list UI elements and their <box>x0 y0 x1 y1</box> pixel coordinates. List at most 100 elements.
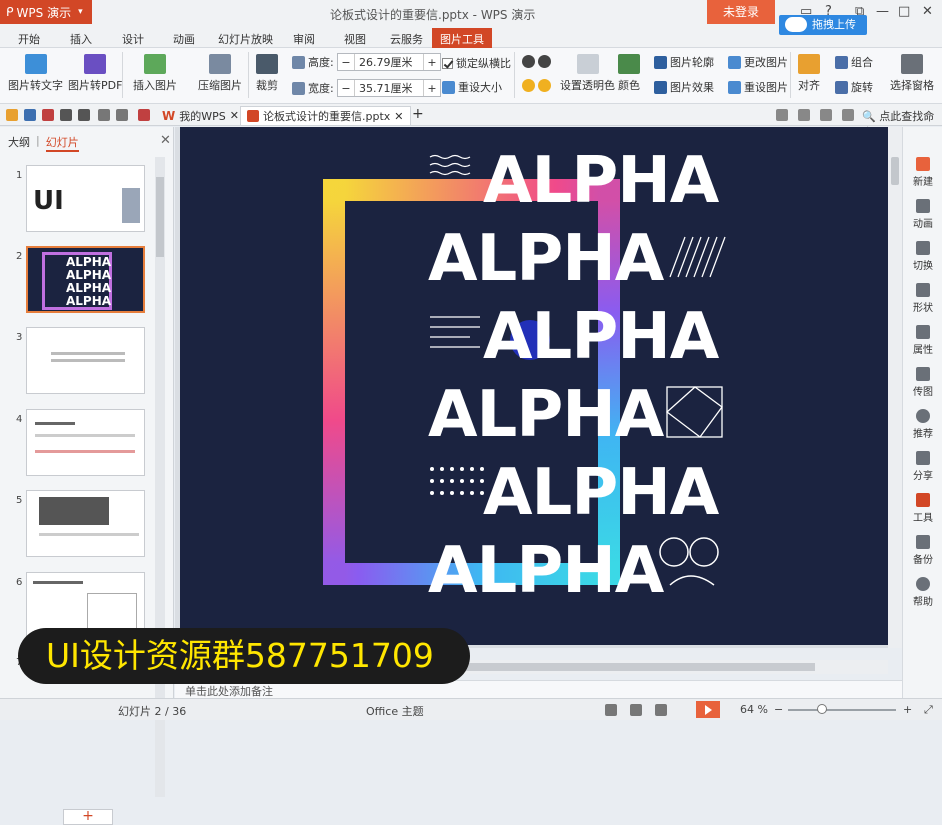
alpha-text-1[interactable]: ALPHA <box>483 149 719 213</box>
zoom-slider[interactable] <box>788 709 896 711</box>
add-slide-button[interactable]: + <box>63 809 113 825</box>
effects-button[interactable]: 图片效果 <box>654 79 714 95</box>
close-tab-icon[interactable]: ✕ <box>394 110 403 123</box>
slide-canvas[interactable]: ALPHA ALPHA ALPHA ALPHA ALPHA ALPHA <box>180 127 888 645</box>
tab-picture-tools[interactable]: 图片工具 <box>432 28 492 48</box>
slide-thumbnail-5[interactable] <box>26 490 145 557</box>
maximize-icon[interactable]: □ <box>898 4 910 19</box>
increase-height-button[interactable]: + <box>424 56 440 69</box>
tab-view[interactable]: 视图 <box>344 31 366 47</box>
open-icon[interactable] <box>6 109 18 121</box>
toolbar-icon[interactable] <box>842 109 854 121</box>
redo-icon[interactable] <box>116 109 128 121</box>
minimize-icon[interactable]: — <box>876 4 889 19</box>
pdf-export-icon[interactable] <box>42 109 54 121</box>
sidebar-animation[interactable]: 动画 <box>903 199 942 230</box>
group-icon <box>835 55 848 69</box>
normal-view-icon[interactable] <box>605 704 617 716</box>
compress-picture-button[interactable]: 压缩图片 <box>198 54 242 93</box>
scroll-thumb[interactable] <box>891 157 899 185</box>
lock-ratio-checkbox[interactable]: 锁定纵横比 <box>442 55 511 71</box>
select-pane-button[interactable]: 选择窗格 <box>890 54 934 93</box>
tab-review[interactable]: 审阅 <box>293 31 315 47</box>
tab-cloud[interactable]: 云服务 <box>390 31 423 47</box>
outline-button[interactable]: 图片轮廓 <box>654 54 714 70</box>
upload-button[interactable]: 拖拽上传 <box>779 15 867 35</box>
height-input[interactable]: 26.79厘米 <box>354 54 424 70</box>
alpha-text-4[interactable]: ALPHA <box>428 383 664 447</box>
tab-outline[interactable]: 大纲 <box>8 134 30 152</box>
slide-thumbnail-4[interactable] <box>26 409 145 476</box>
login-button[interactable]: 未登录 <box>707 0 775 24</box>
sidebar-share[interactable]: 分享 <box>903 451 942 482</box>
height-spinner[interactable]: − 26.79厘米 + <box>337 53 441 71</box>
alpha-text-3[interactable]: ALPHA <box>483 305 719 369</box>
reset-size-button[interactable]: 重设大小 <box>442 79 502 95</box>
increase-width-button[interactable]: + <box>424 82 440 95</box>
toolbar-icon[interactable] <box>820 109 832 121</box>
color-button[interactable]: 颜色 <box>618 54 640 93</box>
print-icon[interactable] <box>60 109 72 121</box>
new-tab-icon[interactable]: + <box>412 106 424 122</box>
slide-thumbnail-1[interactable]: UI <box>26 165 145 232</box>
preview-icon[interactable] <box>78 109 90 121</box>
sidebar-help[interactable]: 帮助 <box>903 577 942 608</box>
app-menu-button[interactable]: ᑭ WPS 演示 ▾ <box>0 0 92 24</box>
reset-picture-button[interactable]: 重设图片 <box>728 79 788 95</box>
zoom-in-icon[interactable]: + <box>903 703 912 716</box>
slide-thumbnail-3[interactable] <box>26 327 145 394</box>
set-transparent-button[interactable]: 设置透明色 <box>560 54 615 93</box>
pic-to-text-button[interactable]: 图片转文字 <box>8 54 63 93</box>
tab-design[interactable]: 设计 <box>122 31 144 47</box>
tab-slides[interactable]: 幻灯片 <box>45 134 79 152</box>
alpha-text-5[interactable]: ALPHA <box>483 461 719 525</box>
crop-button[interactable]: 裁剪 <box>256 54 278 93</box>
scroll-thumb[interactable] <box>156 177 164 257</box>
zoom-slider-thumb[interactable] <box>817 704 827 714</box>
vertical-scrollbar[interactable] <box>888 127 902 648</box>
toolbar-icon[interactable] <box>798 109 810 121</box>
play-slideshow-button[interactable] <box>696 701 720 718</box>
tab-document[interactable]: 论板式设计的重要信.pptx ✕ <box>240 106 411 125</box>
alpha-text-2[interactable]: ALPHA <box>428 227 664 291</box>
close-icon[interactable]: ✕ <box>922 4 933 19</box>
sidebar-new[interactable]: 新建 <box>903 157 942 188</box>
alpha-text-6[interactable]: ALPHA <box>428 539 664 603</box>
decrease-width-button[interactable]: − <box>338 82 354 95</box>
sidebar-upload-pic[interactable]: 传图 <box>903 367 942 398</box>
slide-sorter-icon[interactable] <box>630 704 642 716</box>
rotate-button[interactable]: 旋转 <box>835 79 873 95</box>
reading-view-icon[interactable] <box>655 704 667 716</box>
tab-insert[interactable]: 插入 <box>70 31 92 47</box>
brightness-sun-controls[interactable] <box>522 79 551 92</box>
tab-my-wps[interactable]: W 我的WPS ✕ <box>156 106 245 125</box>
insert-picture-button[interactable]: 插入图片 <box>133 54 177 93</box>
decrease-height-button[interactable]: − <box>338 56 354 69</box>
sidebar-tools[interactable]: 工具 <box>903 493 942 524</box>
width-input[interactable]: 35.71厘米 <box>354 80 424 96</box>
sidebar-transition[interactable]: 切换 <box>903 241 942 272</box>
zoom-out-icon[interactable]: − <box>774 703 783 716</box>
tab-animation[interactable]: 动画 <box>173 31 195 47</box>
tab-slideshow[interactable]: 幻灯片放映 <box>218 31 273 47</box>
sidebar-backup[interactable]: 备份 <box>903 535 942 566</box>
save-icon[interactable] <box>24 109 36 121</box>
close-tab-icon[interactable]: ✕ <box>230 109 239 122</box>
sidebar-shape[interactable]: 形状 <box>903 283 942 314</box>
align-button[interactable]: 对齐 <box>798 54 820 93</box>
width-spinner[interactable]: − 35.71厘米 + <box>337 79 441 97</box>
checkbox-checked-icon <box>442 57 453 69</box>
brightness-controls[interactable] <box>522 55 551 68</box>
toolbar-icon[interactable] <box>776 109 788 121</box>
sidebar-recommend[interactable]: 推荐 <box>903 409 942 440</box>
format-painter-icon[interactable] <box>138 109 150 121</box>
pic-to-pdf-button[interactable]: 图片转PDF <box>68 54 122 93</box>
tab-start[interactable]: 开始 <box>18 31 40 47</box>
slide-thumbnail-2[interactable]: ALPHA ALPHA ALPHA ALPHA <box>26 246 145 313</box>
sidebar-properties[interactable]: 属性 <box>903 325 942 356</box>
close-icon[interactable]: ✕ <box>160 133 171 148</box>
group-button[interactable]: 组合 <box>835 54 873 70</box>
undo-icon[interactable] <box>98 109 110 121</box>
change-picture-button[interactable]: 更改图片 <box>728 54 788 70</box>
fit-window-icon[interactable]: ⤢ <box>924 703 933 717</box>
